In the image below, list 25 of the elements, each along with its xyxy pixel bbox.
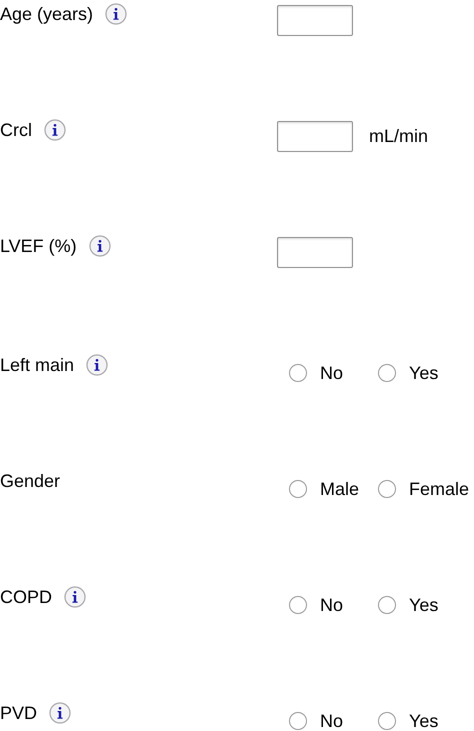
info-icon[interactable]	[64, 586, 86, 608]
info-icon[interactable]	[44, 119, 66, 141]
field-label: COPD	[0, 586, 52, 608]
field-label: Left main	[0, 354, 74, 376]
radio-option[interactable]: Male	[289, 478, 378, 500]
field-label: LVEF (%)	[0, 235, 77, 257]
field-label: Crcl	[0, 119, 32, 141]
field-label: Age (years)	[0, 3, 94, 25]
radio-option[interactable]: Yes	[378, 362, 438, 384]
info-icon[interactable]	[49, 702, 72, 724]
input-field[interactable]	[277, 5, 353, 36]
field-label: PVD	[0, 702, 38, 724]
radio-option[interactable]: Yes	[378, 710, 438, 731]
radio-option[interactable]: No	[289, 710, 378, 731]
radio-option[interactable]: Female	[378, 478, 470, 500]
radio-option[interactable]: No	[289, 362, 378, 384]
info-icon[interactable]	[105, 3, 128, 25]
info-icon[interactable]	[86, 354, 108, 376]
unit-label: mL/min	[369, 125, 428, 148]
field-label: Gender	[0, 470, 60, 492]
info-icon[interactable]	[88, 235, 111, 257]
radio-option[interactable]: No	[289, 594, 378, 616]
input-field[interactable]	[277, 237, 353, 268]
radio-option[interactable]: Yes	[378, 594, 438, 616]
input-field[interactable]	[277, 121, 353, 152]
